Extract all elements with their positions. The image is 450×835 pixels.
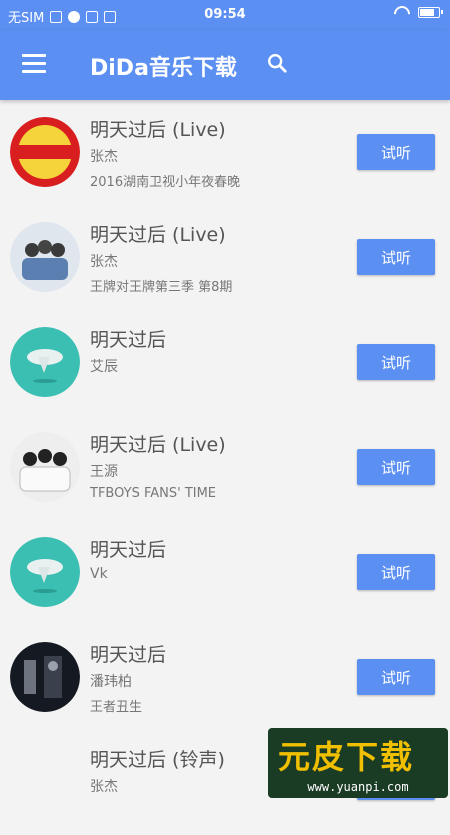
song-title: 明天过后 — [90, 329, 167, 351]
preview-button[interactable]: 试听 — [357, 659, 435, 695]
menu-icon[interactable] — [22, 54, 46, 74]
watermark-url: www.yuanpi.com — [307, 780, 409, 794]
battery-fill — [420, 8, 435, 16]
song-row[interactable]: 明天过后 潘玮柏 王者丑生 试听 — [0, 625, 450, 730]
battery-icon — [418, 6, 443, 18]
app-title: DiDa音乐下载 — [90, 56, 237, 81]
song-row[interactable]: 明天过后 (Live) 张杰 2016湖南卫视小年夜春晚 试听 — [0, 100, 450, 205]
song-album: 2016湖南卫视小年夜春晚 — [90, 175, 241, 190]
search-icon[interactable] — [266, 52, 288, 74]
song-artist: 艾辰 — [90, 359, 118, 375]
status-bar: 无SIM 09:54 — [0, 0, 450, 30]
song-album: 王者丑生 — [90, 700, 143, 715]
song-artist: 潘玮柏 — [90, 674, 132, 690]
watermark-logo: 元皮下载 www.yuanpi.com — [268, 728, 448, 798]
song-title: 明天过后 (Live) — [90, 224, 226, 246]
song-title: 明天过后 (铃声) — [90, 749, 225, 771]
watermark-text: 元皮下载 — [278, 738, 415, 776]
song-title: 明天过后 — [90, 539, 167, 561]
song-title: 明天过后 — [90, 644, 167, 666]
song-row[interactable]: 明天过后 (Live) 王源 TFBOYS FANS' TIME 试听 — [0, 415, 450, 520]
default-teal-cover — [10, 327, 80, 397]
wifi-icon — [394, 6, 410, 18]
song-row[interactable]: 明天过后 Vk 试听 — [0, 520, 450, 625]
status-right — [394, 6, 443, 18]
default-teal-cover — [10, 537, 80, 607]
preview-button[interactable]: 试听 — [357, 449, 435, 485]
preview-button[interactable]: 试听 — [357, 344, 435, 380]
dark-poster-cover — [10, 642, 80, 712]
preview-button[interactable]: 试听 — [357, 134, 435, 170]
preview-button[interactable]: 试听 — [357, 239, 435, 275]
song-artist: 张杰 — [90, 779, 118, 795]
song-artist: 王源 — [90, 464, 118, 480]
song-row[interactable]: 明天过后 (Live) 张杰 王牌对王牌第三季 第8期 试听 — [0, 205, 450, 310]
song-title: 明天过后 (Live) — [90, 434, 226, 456]
song-artist: Vk — [90, 566, 108, 582]
song-album: TFBOYS FANS' TIME — [90, 486, 217, 501]
song-list: 明天过后 (Live) 张杰 2016湖南卫视小年夜春晚 试听 明天过后 (Li… — [0, 100, 450, 835]
song-album: 王牌对王牌第三季 第8期 — [90, 280, 233, 295]
preview-button[interactable]: 试听 — [357, 554, 435, 590]
song-title: 明天过后 (Live) — [90, 119, 226, 141]
song-artist: 张杰 — [90, 254, 118, 270]
group-photo-cover — [10, 222, 80, 292]
song-row[interactable]: 明天过后 艾辰 试听 — [0, 310, 450, 415]
app-bar: DiDa音乐下载 — [0, 30, 450, 100]
red-logo-cover — [10, 117, 80, 187]
clock: 09:54 — [204, 7, 246, 22]
song-artist: 张杰 — [90, 149, 118, 165]
group-photo-cover — [10, 432, 80, 502]
